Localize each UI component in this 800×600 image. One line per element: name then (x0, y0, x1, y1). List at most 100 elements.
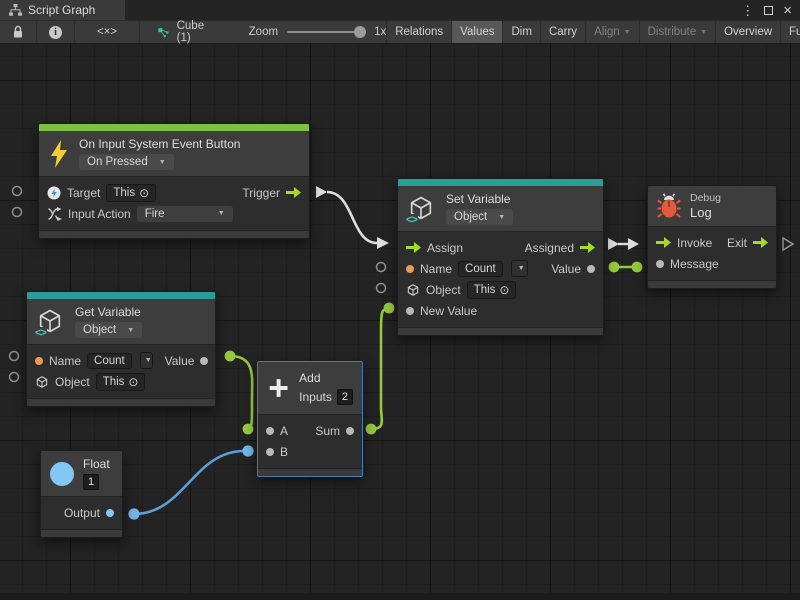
name-label: Name (420, 262, 452, 276)
setvar-object-input-port[interactable] (377, 284, 386, 293)
object-label: Object (426, 283, 461, 297)
object-chip[interactable]: This ⊙ (96, 373, 146, 391)
assign-port-arrowhead[interactable] (377, 237, 389, 249)
sum-output-port[interactable] (366, 424, 377, 435)
invoke-row: Invoke Exit (648, 232, 776, 253)
inputaction-input-port[interactable] (13, 208, 22, 217)
variable-cube-icon: <> (36, 307, 66, 337)
get-value-output-port[interactable] (225, 351, 236, 362)
value-port-dot[interactable] (200, 357, 208, 365)
flow-arrow-icon (580, 242, 595, 253)
event-mode-dropdown[interactable]: On Pressed ▼ (79, 154, 174, 170)
dim-toggle[interactable]: Dim (502, 21, 539, 43)
value-output-port[interactable] (609, 262, 620, 273)
cube-icon (35, 375, 49, 389)
a-label: A (280, 424, 288, 438)
event-strip (39, 124, 309, 131)
wire-sum-to-newvalue[interactable] (371, 308, 389, 429)
zoom-control: Zoom 1x (249, 21, 387, 43)
flow-arrow-icon (406, 242, 421, 253)
setvar-name-input-port[interactable] (377, 263, 386, 272)
node-get-variable[interactable]: <> Get Variable Object ▼ Name Count ▼ (26, 291, 216, 407)
getvar-name-input-port[interactable] (10, 352, 19, 361)
info-button[interactable]: i (37, 21, 75, 43)
distribute-dropdown[interactable]: Distribute▼ (639, 21, 716, 43)
node-debug-log[interactable]: Debug Log Invoke Exit (647, 185, 777, 289)
sum-port-dot[interactable] (346, 427, 354, 435)
variable-name-chip[interactable]: Count (87, 353, 132, 369)
inputs-count-field[interactable]: 2 (337, 389, 353, 405)
assigned-port-arrow[interactable] (608, 238, 619, 250)
object-chip[interactable]: This ⊙ (467, 281, 517, 299)
exit-output-port[interactable] (783, 238, 793, 250)
new-value-row: New Value (398, 300, 603, 321)
graph-canvas[interactable]: On Input System Event Button On Pressed … (0, 44, 800, 600)
getvar-object-input-port[interactable] (10, 373, 19, 382)
fullscreen-button[interactable]: Full Screen (780, 21, 800, 43)
variable-scope-dropdown[interactable]: Object ▼ (75, 322, 142, 338)
variable-scope-dropdown[interactable]: Object ▼ (446, 209, 513, 225)
node-title: Float (83, 457, 110, 471)
trigger-port-arrow[interactable] (316, 186, 327, 198)
b-port-dot[interactable] (266, 448, 274, 456)
newvalue-input-port[interactable] (384, 303, 395, 314)
output-port-dot[interactable] (106, 509, 114, 517)
chevron-down-icon: ▼ (624, 29, 631, 36)
invoke-port-arrowhead[interactable] (628, 238, 639, 250)
add-b-input-port[interactable] (242, 445, 253, 456)
add-a-input-port[interactable] (243, 424, 254, 435)
chevron-down-icon: ▼ (518, 265, 525, 272)
overview-button[interactable]: Overview (715, 21, 780, 43)
graph-tab-icon (9, 4, 22, 16)
float-type-icon (50, 462, 74, 486)
float-output-port[interactable] (128, 508, 139, 519)
float-value-field[interactable]: 1 (83, 474, 99, 490)
wire-float-to-b[interactable] (134, 451, 244, 514)
invoke-label: Invoke (677, 236, 712, 250)
assign-label: Assign (427, 241, 463, 255)
node-float[interactable]: Float 1 Output (40, 450, 123, 538)
debug-header: Debug Log (648, 186, 776, 227)
debug-body: Invoke Exit Message (648, 227, 776, 280)
maximize-icon[interactable] (764, 6, 773, 15)
lock-button[interactable] (0, 21, 37, 43)
code-view-button[interactable]: <×> (75, 21, 140, 43)
node-set-variable[interactable]: <> Set Variable Object ▼ Assign (397, 178, 604, 336)
message-row: Message (648, 253, 776, 274)
zoom-slider-handle[interactable] (354, 26, 366, 38)
a-port-dot[interactable] (266, 427, 274, 435)
input-action-dropdown[interactable]: Fire ▼ (137, 206, 233, 222)
variable-name-dropdown-button[interactable]: ▼ (140, 352, 153, 369)
graph-breadcrumb[interactable]: Cube (1) (140, 21, 223, 43)
zoom-slider[interactable] (287, 31, 365, 33)
node-add[interactable]: Add Inputs 2 A Sum B (257, 361, 363, 477)
close-icon[interactable]: × (783, 3, 792, 18)
carry-toggle[interactable]: Carry (540, 21, 585, 43)
variable-name-dropdown-button[interactable]: ▼ (511, 260, 528, 277)
node-on-input-system-event-button[interactable]: On Input System Event Button On Pressed … (38, 123, 310, 239)
relations-toggle[interactable]: Relations (386, 21, 451, 43)
value-label: Value (551, 262, 581, 276)
tab-script-graph[interactable]: Script Graph (0, 0, 125, 20)
float-header: Float 1 (41, 451, 122, 497)
wire-getvalue-to-a[interactable] (230, 356, 252, 429)
target-label: Target (67, 186, 100, 200)
value-port-dot[interactable] (587, 265, 595, 273)
info-icon: i (49, 26, 62, 39)
target-input-port[interactable] (13, 187, 22, 196)
message-port-dot[interactable] (656, 260, 664, 268)
align-dropdown[interactable]: Align▼ (585, 21, 639, 43)
newvalue-port-dot[interactable] (406, 307, 414, 315)
object-label: Object (55, 375, 90, 389)
variable-strip (398, 179, 603, 186)
menu-icon[interactable]: ⋮ (741, 4, 754, 17)
name-row: Name Count ▼ Value (398, 258, 603, 279)
variable-name-chip[interactable]: Count (458, 261, 503, 277)
value-label: Value (165, 354, 195, 368)
message-label: Message (670, 257, 719, 271)
node-title: Log (690, 205, 712, 220)
target-object-chip[interactable]: This ⊙ (106, 184, 156, 202)
message-input-port[interactable] (632, 262, 643, 273)
values-toggle[interactable]: Values (451, 21, 502, 43)
wire-trigger-to-assign[interactable] (327, 192, 377, 243)
